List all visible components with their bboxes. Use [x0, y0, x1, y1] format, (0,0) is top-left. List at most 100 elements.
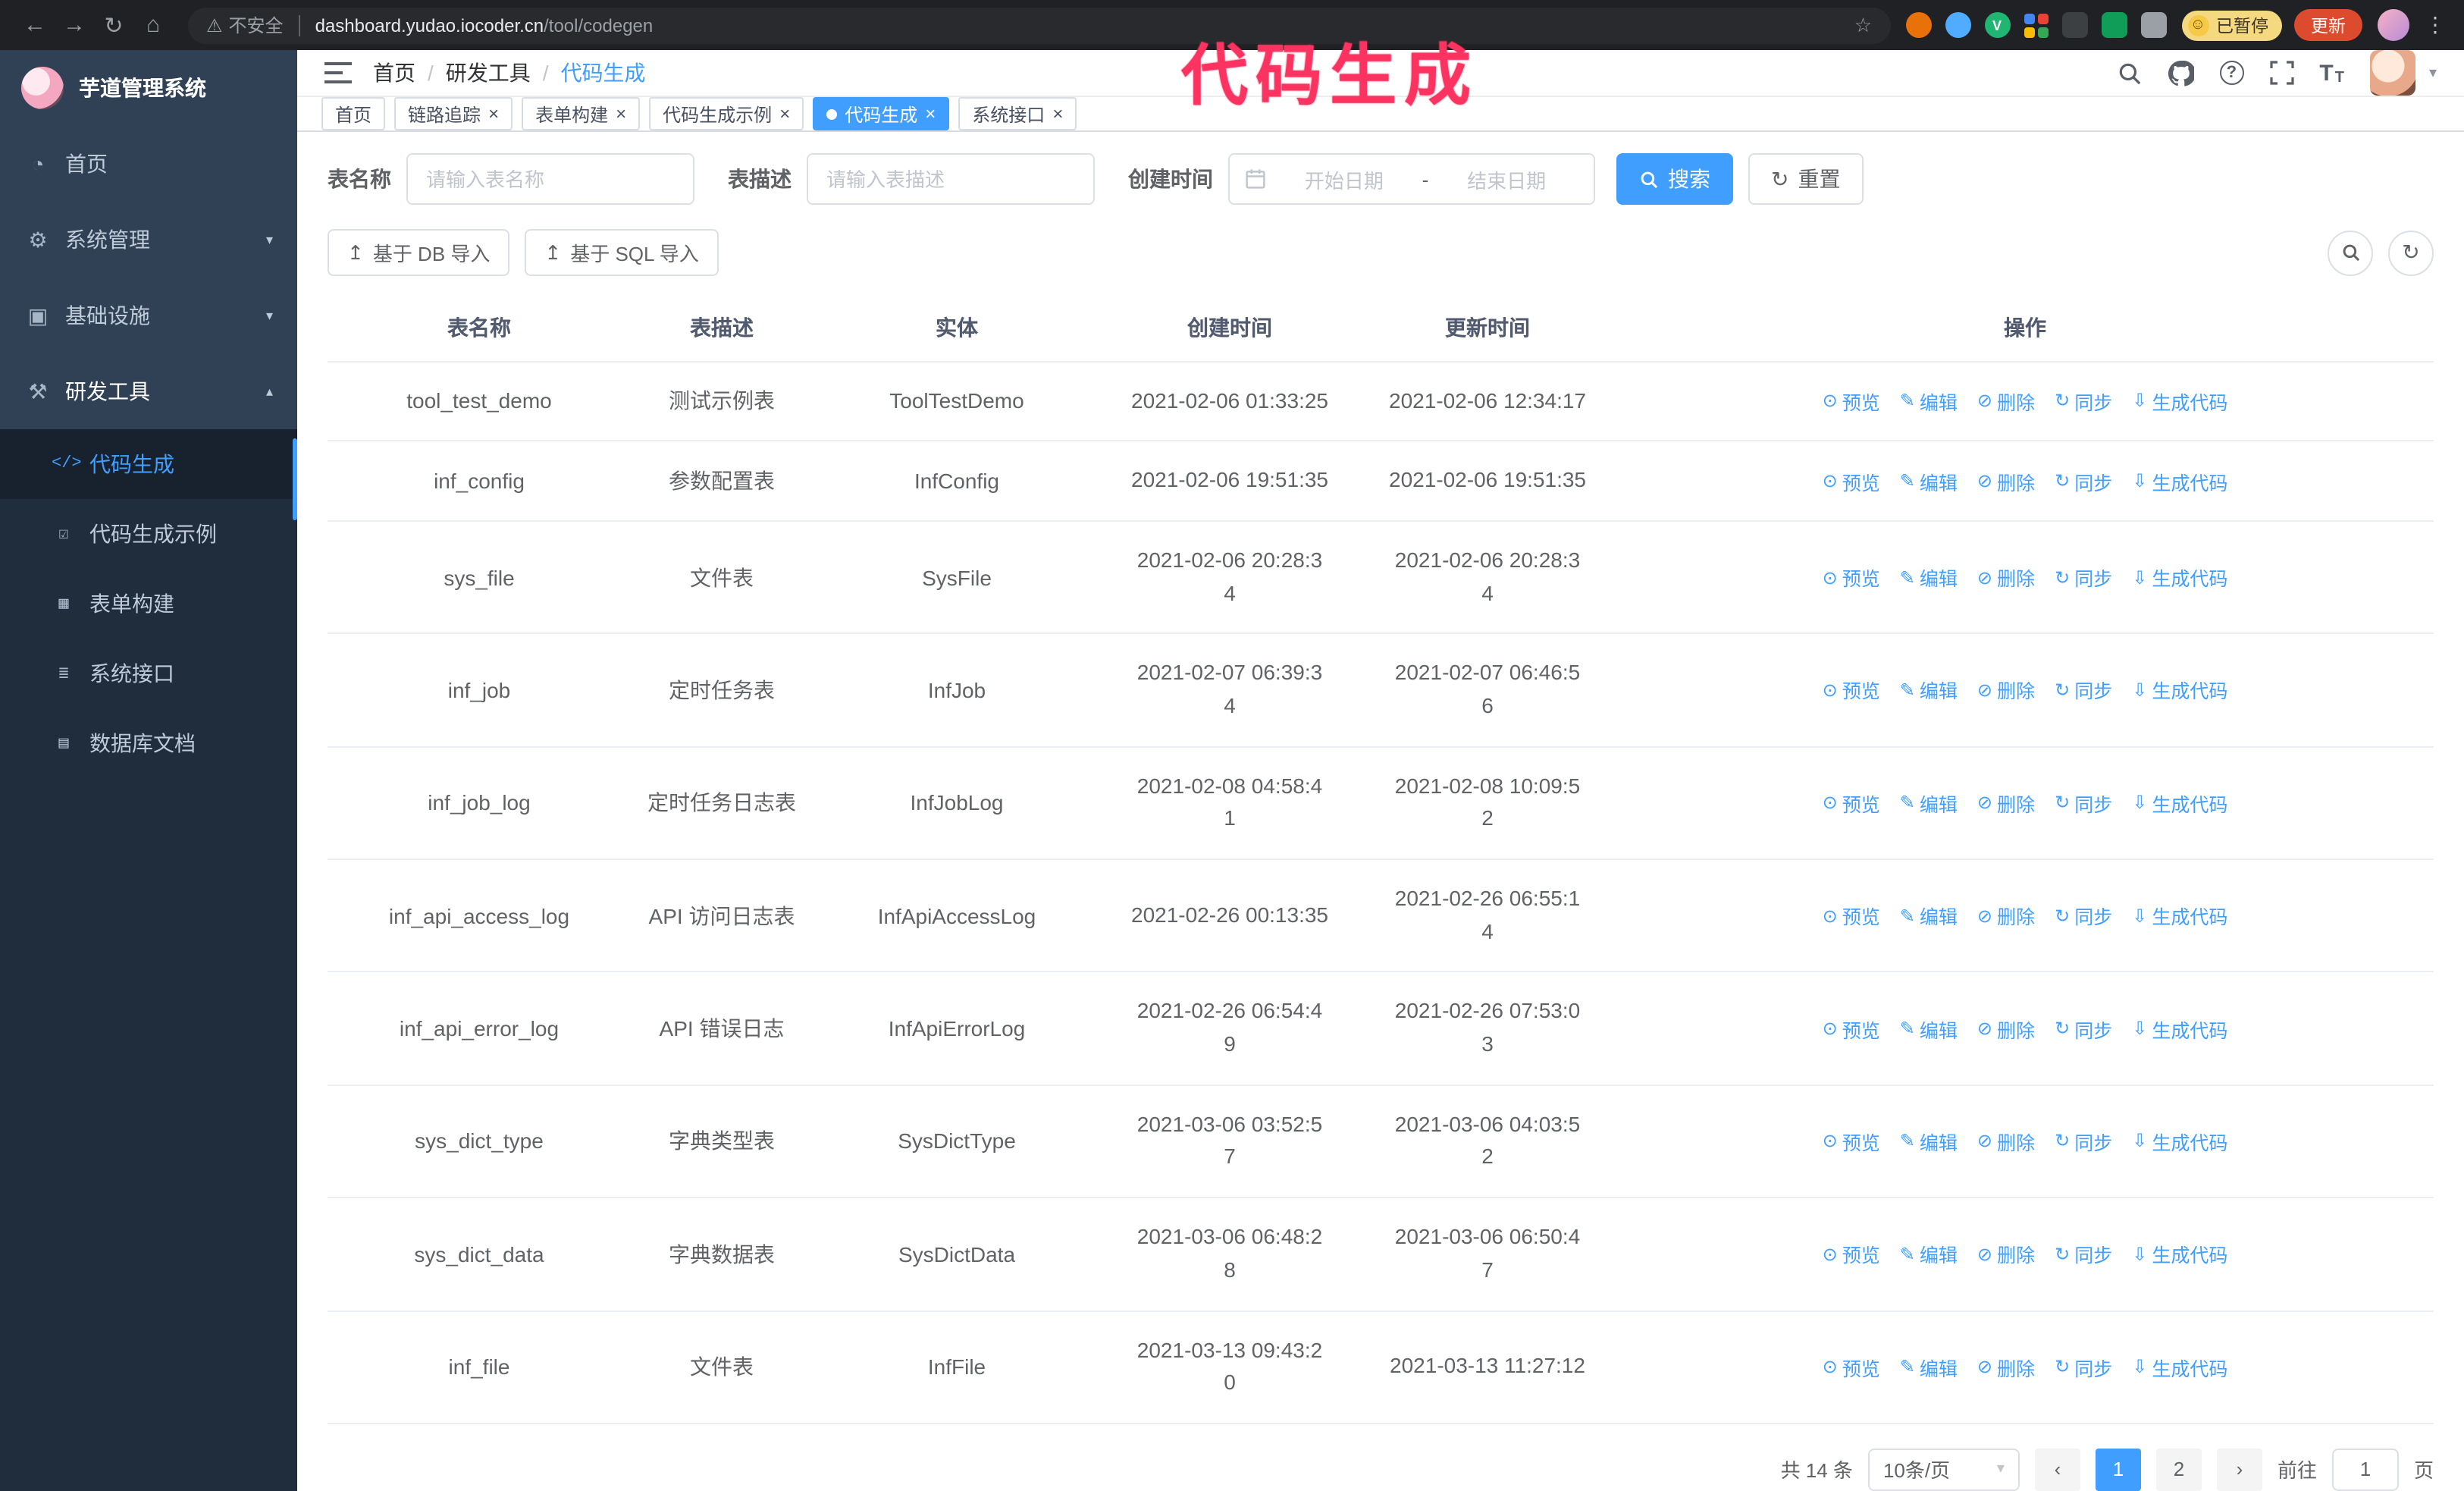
sidebar-item-system-api[interactable]: ≣ 系统接口 — [0, 639, 297, 708]
sync-link[interactable]: ↻ 同步 — [2055, 563, 2112, 592]
import-db-button[interactable]: ↥ 基于 DB 导入 — [328, 229, 510, 276]
preview-link[interactable]: ⊙ 预览 — [1823, 466, 1880, 495]
sidebar-toggle-icon[interactable] — [324, 61, 352, 84]
sync-link[interactable]: ↻ 同步 — [2055, 1127, 2112, 1156]
preview-link[interactable]: ⊙ 预览 — [1823, 1014, 1880, 1043]
generate-code-link[interactable]: ⇩ 生成代码 — [2132, 1352, 2227, 1381]
extension-dark-icon[interactable] — [2061, 12, 2087, 38]
extension-v-icon[interactable]: V — [1984, 12, 2010, 38]
edit-link[interactable]: ✎ 编辑 — [1900, 466, 1958, 495]
generate-code-link[interactable]: ⇩ 生成代码 — [2132, 1127, 2227, 1156]
generate-code-link[interactable]: ⇩ 生成代码 — [2132, 1014, 2227, 1043]
delete-link[interactable]: ⊘ 删除 — [1977, 789, 2035, 818]
user-avatar[interactable] — [2369, 50, 2415, 96]
close-icon[interactable]: × — [779, 105, 790, 123]
edit-link[interactable]: ✎ 编辑 — [1900, 563, 1958, 592]
reset-button[interactable]: ↻ 重置 — [1748, 153, 1864, 205]
preview-link[interactable]: ⊙ 预览 — [1823, 1352, 1880, 1381]
chrome-update-button[interactable]: 更新 — [2294, 9, 2362, 41]
github-icon[interactable] — [2168, 60, 2194, 86]
preview-link[interactable]: ⊙ 预览 — [1823, 676, 1880, 705]
avatar-caret-icon[interactable]: ▾ — [2429, 64, 2437, 81]
toggle-search-button[interactable] — [2328, 230, 2373, 275]
sync-link[interactable]: ↻ 同步 — [2055, 1240, 2112, 1269]
generate-code-link[interactable]: ⇩ 生成代码 — [2132, 1240, 2227, 1269]
browser-menu-icon[interactable]: ⋮ — [2422, 12, 2449, 38]
preview-link[interactable]: ⊙ 预览 — [1823, 387, 1880, 416]
app-logo-row[interactable]: 芋道管理系统 — [0, 50, 297, 126]
edit-link[interactable]: ✎ 编辑 — [1900, 789, 1958, 818]
preview-link[interactable]: ⊙ 预览 — [1823, 1127, 1880, 1156]
next-page-button[interactable]: › — [2216, 1448, 2262, 1491]
preview-link[interactable]: ⊙ 预览 — [1823, 1240, 1880, 1269]
page-button-1[interactable]: 1 — [2095, 1448, 2141, 1491]
sync-link[interactable]: ↻ 同步 — [2055, 901, 2112, 930]
breadcrumb-devtools[interactable]: 研发工具 — [446, 58, 531, 88]
page-button-2[interactable]: 2 — [2155, 1448, 2202, 1491]
generate-code-link[interactable]: ⇩ 生成代码 — [2132, 901, 2227, 930]
sidebar-item-codegen[interactable]: </> 代码生成 — [0, 429, 297, 499]
edit-link[interactable]: ✎ 编辑 — [1900, 1352, 1958, 1381]
search-button[interactable]: 搜索 — [1616, 153, 1733, 205]
edit-link[interactable]: ✎ 编辑 — [1900, 676, 1958, 705]
tab-form-builder[interactable]: 表单构建 × — [522, 97, 641, 130]
sidebar-item-codegen-example[interactable]: ☑ 代码生成示例 — [0, 499, 297, 569]
goto-page-input[interactable] — [2331, 1448, 2399, 1491]
extension-plant-icon[interactable] — [2101, 12, 2127, 38]
edit-link[interactable]: ✎ 编辑 — [1900, 901, 1958, 930]
delete-link[interactable]: ⊘ 删除 — [1977, 1240, 2035, 1269]
sync-link[interactable]: ↻ 同步 — [2055, 466, 2112, 495]
preview-link[interactable]: ⊙ 预览 — [1823, 901, 1880, 930]
close-icon[interactable]: × — [616, 105, 626, 123]
font-size-icon[interactable]: TT — [2319, 60, 2344, 86]
edit-link[interactable]: ✎ 编辑 — [1900, 1014, 1958, 1043]
search-icon[interactable] — [2116, 60, 2142, 86]
table-name-input[interactable] — [406, 153, 694, 205]
fullscreen-icon[interactable] — [2269, 61, 2293, 85]
preview-link[interactable]: ⊙ 预览 — [1823, 789, 1880, 818]
delete-link[interactable]: ⊘ 删除 — [1977, 387, 2035, 416]
preview-link[interactable]: ⊙ 预览 — [1823, 563, 1880, 592]
sidebar-item-home[interactable]: ◔ 首页 — [0, 126, 297, 202]
create-time-range-picker[interactable]: 开始日期 - 结束日期 — [1228, 153, 1595, 205]
tab-tracing[interactable]: 链路追踪 × — [394, 97, 513, 130]
import-sql-button[interactable]: ↥ 基于 SQL 导入 — [525, 229, 719, 276]
close-icon[interactable]: × — [1052, 105, 1063, 123]
sync-link[interactable]: ↻ 同步 — [2055, 387, 2112, 416]
prev-page-button[interactable]: ‹ — [2034, 1448, 2080, 1491]
tab-home[interactable]: 首页 — [321, 97, 386, 130]
extension-drop-icon[interactable] — [1945, 12, 1970, 38]
address-bar[interactable]: ⚠ 不安全 dashboard.yudao.iocoder.cn /tool/c… — [188, 7, 1890, 43]
sidebar-item-devtools[interactable]: ⚒ 研发工具 ▴ — [0, 353, 297, 429]
browser-back-icon[interactable]: ← — [15, 5, 55, 45]
table-desc-input[interactable] — [807, 153, 1095, 205]
generate-code-link[interactable]: ⇩ 生成代码 — [2132, 789, 2227, 818]
sidebar-item-form-builder[interactable]: ▦ 表单构建 — [0, 569, 297, 639]
help-icon[interactable]: ? — [2219, 61, 2244, 85]
sync-link[interactable]: ↻ 同步 — [2055, 789, 2112, 818]
close-icon[interactable]: × — [925, 105, 936, 123]
sidebar-item-infra[interactable]: ▣ 基础设施 ▾ — [0, 278, 297, 353]
generate-code-link[interactable]: ⇩ 生成代码 — [2132, 563, 2227, 592]
sidebar-item-system[interactable]: ⚙ 系统管理 ▾ — [0, 202, 297, 278]
delete-link[interactable]: ⊘ 删除 — [1977, 1014, 2035, 1043]
extensions-puzzle-icon[interactable] — [2140, 12, 2166, 38]
tab-system-api[interactable]: 系统接口 × — [958, 97, 1077, 130]
edit-link[interactable]: ✎ 编辑 — [1900, 1240, 1958, 1269]
breadcrumb-home[interactable]: 首页 — [373, 58, 415, 88]
browser-home-icon[interactable]: ⌂ — [133, 5, 173, 45]
page-size-select[interactable]: 10条/页 ▾ — [1867, 1448, 2020, 1491]
browser-profile-avatar[interactable] — [2378, 9, 2409, 41]
sync-link[interactable]: ↻ 同步 — [2055, 676, 2112, 705]
close-icon[interactable]: × — [488, 105, 499, 123]
sync-link[interactable]: ↻ 同步 — [2055, 1014, 2112, 1043]
generate-code-link[interactable]: ⇩ 生成代码 — [2132, 676, 2227, 705]
refresh-table-button[interactable]: ↻ — [2388, 230, 2434, 275]
sync-link[interactable]: ↻ 同步 — [2055, 1352, 2112, 1381]
extension-fox-icon[interactable] — [1905, 12, 1931, 38]
generate-code-link[interactable]: ⇩ 生成代码 — [2132, 466, 2227, 495]
delete-link[interactable]: ⊘ 删除 — [1977, 563, 2035, 592]
bookmark-star-icon[interactable]: ☆ — [1854, 13, 1872, 37]
extension-contacts-icon[interactable] — [2024, 13, 2048, 37]
delete-link[interactable]: ⊘ 删除 — [1977, 901, 2035, 930]
